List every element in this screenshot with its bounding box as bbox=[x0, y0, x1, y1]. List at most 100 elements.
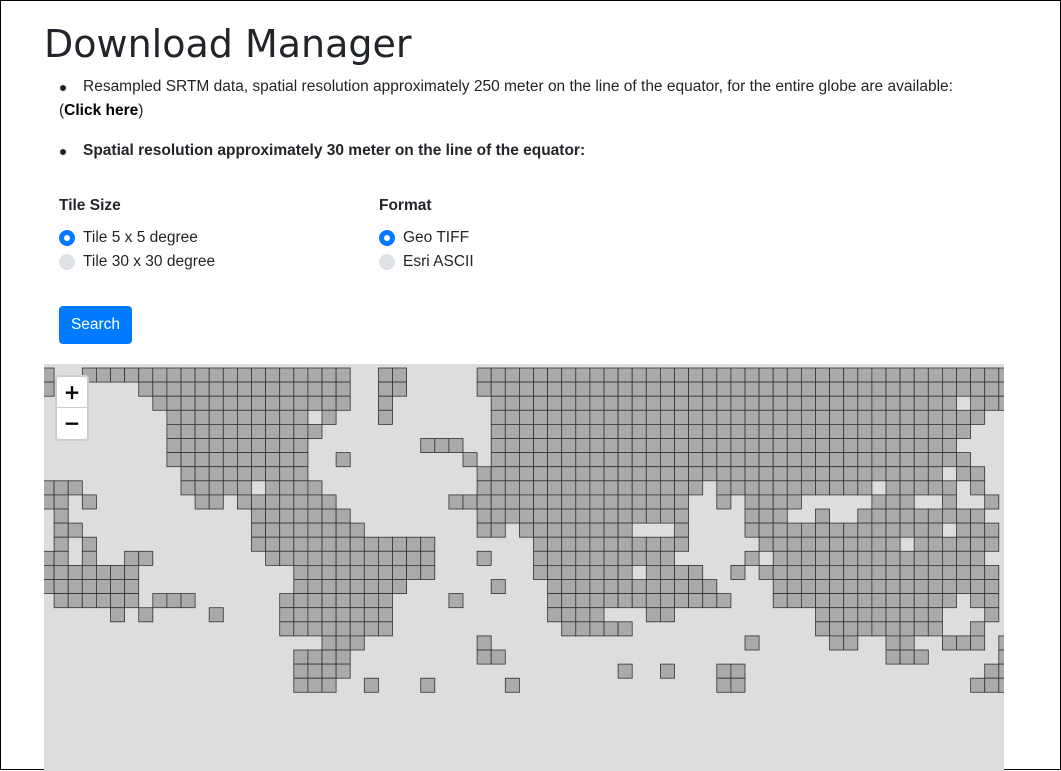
map-tile[interactable] bbox=[363, 564, 379, 580]
map-tile[interactable] bbox=[533, 395, 549, 411]
map-tile[interactable] bbox=[801, 564, 816, 580]
map-tile[interactable] bbox=[829, 438, 845, 454]
map-tile[interactable] bbox=[899, 550, 915, 566]
map-tile[interactable] bbox=[645, 593, 661, 609]
map-tile[interactable] bbox=[561, 607, 577, 623]
map-tile[interactable] bbox=[913, 536, 929, 552]
map-tile[interactable] bbox=[44, 579, 55, 595]
map-tile[interactable] bbox=[617, 508, 633, 524]
map-tile[interactable] bbox=[124, 550, 140, 566]
map-tile[interactable] bbox=[335, 564, 351, 580]
map-tile[interactable] bbox=[166, 409, 182, 425]
map-tile[interactable] bbox=[956, 367, 972, 383]
map-tile[interactable] bbox=[899, 564, 915, 580]
map-tile[interactable] bbox=[927, 381, 943, 397]
map-tile[interactable] bbox=[518, 522, 534, 538]
map-tile[interactable] bbox=[462, 452, 478, 468]
map-tile[interactable] bbox=[476, 494, 492, 510]
map-tile[interactable] bbox=[871, 367, 887, 383]
map-tile[interactable] bbox=[927, 536, 943, 552]
map-tile[interactable] bbox=[293, 677, 309, 693]
map-tile[interactable] bbox=[589, 522, 605, 538]
map-tile[interactable] bbox=[899, 409, 915, 425]
map-tile[interactable] bbox=[490, 395, 506, 411]
map-tile[interactable] bbox=[702, 409, 718, 425]
map-tile[interactable] bbox=[194, 466, 210, 482]
map-tile[interactable] bbox=[476, 522, 492, 538]
map-tile[interactable] bbox=[307, 508, 323, 524]
map-tile[interactable] bbox=[899, 621, 915, 637]
map-tile[interactable] bbox=[674, 409, 690, 425]
map-tile[interactable] bbox=[321, 367, 337, 383]
map-tile[interactable] bbox=[716, 494, 732, 510]
map-tile[interactable] bbox=[815, 438, 831, 454]
map-tile[interactable] bbox=[786, 452, 802, 468]
map-tile[interactable] bbox=[815, 367, 831, 383]
map-tile[interactable] bbox=[871, 452, 887, 468]
map-tile[interactable] bbox=[660, 395, 675, 411]
map-tile[interactable] bbox=[688, 466, 704, 482]
map-tile[interactable] bbox=[603, 564, 619, 580]
map-tile[interactable] bbox=[716, 677, 732, 693]
map-tile[interactable] bbox=[265, 494, 281, 510]
map-tile[interactable] bbox=[772, 381, 788, 397]
map-tile[interactable] bbox=[335, 663, 351, 679]
map-tile[interactable] bbox=[829, 536, 845, 552]
map-tile[interactable] bbox=[772, 452, 788, 468]
map-tile[interactable] bbox=[575, 466, 591, 482]
map-tile[interactable] bbox=[857, 367, 873, 383]
map-tile[interactable] bbox=[927, 593, 943, 609]
map-tile[interactable] bbox=[688, 480, 704, 496]
map-tile[interactable] bbox=[44, 381, 55, 397]
map-tile[interactable] bbox=[589, 536, 605, 552]
map-tile[interactable] bbox=[829, 367, 845, 383]
map-tile[interactable] bbox=[758, 564, 774, 580]
map-tile[interactable] bbox=[321, 564, 337, 580]
map-tile[interactable] bbox=[222, 424, 238, 439]
map-tile[interactable] bbox=[589, 480, 605, 496]
map-tile[interactable] bbox=[67, 564, 83, 580]
map-tile[interactable] bbox=[265, 550, 281, 566]
map-tile[interactable] bbox=[927, 367, 943, 383]
map-tile[interactable] bbox=[815, 593, 831, 609]
map-tile[interactable] bbox=[956, 424, 972, 439]
map-tile[interactable] bbox=[603, 550, 619, 566]
map-tile[interactable] bbox=[899, 452, 915, 468]
map-tile[interactable] bbox=[589, 409, 605, 425]
map-tile[interactable] bbox=[674, 480, 690, 496]
map-tile[interactable] bbox=[843, 395, 859, 411]
map-tile[interactable] bbox=[772, 593, 788, 609]
map-tile[interactable] bbox=[660, 494, 675, 510]
map-tile[interactable] bbox=[998, 649, 1004, 665]
map-tile[interactable] bbox=[942, 494, 957, 510]
map-tile[interactable] bbox=[758, 424, 774, 439]
map-tile[interactable] bbox=[899, 424, 915, 439]
map-tile[interactable] bbox=[843, 593, 859, 609]
map-tile[interactable] bbox=[829, 395, 845, 411]
map-tile[interactable] bbox=[251, 466, 267, 482]
map-tile[interactable] bbox=[476, 635, 492, 651]
map-tile[interactable] bbox=[702, 579, 718, 595]
map-tile[interactable] bbox=[377, 593, 393, 609]
map-tile[interactable] bbox=[660, 593, 675, 609]
map-tile[interactable] bbox=[96, 564, 111, 580]
map-tile[interactable] bbox=[392, 550, 408, 566]
map-tile[interactable] bbox=[321, 649, 337, 665]
map-tile[interactable] bbox=[716, 452, 732, 468]
map-tile[interactable] bbox=[575, 607, 591, 623]
map-tile[interactable] bbox=[180, 395, 196, 411]
map-tile[interactable] bbox=[603, 409, 619, 425]
map-tile[interactable] bbox=[363, 621, 379, 637]
map-tile[interactable] bbox=[815, 452, 831, 468]
map-tile[interactable] bbox=[815, 508, 831, 524]
map-tile[interactable] bbox=[533, 508, 549, 524]
map-tile[interactable] bbox=[688, 395, 704, 411]
map-tile[interactable] bbox=[349, 522, 365, 538]
map-tile[interactable] bbox=[265, 367, 281, 383]
map-tile[interactable] bbox=[956, 635, 972, 651]
map-tile[interactable] bbox=[589, 452, 605, 468]
map-tile[interactable] bbox=[913, 550, 929, 566]
map-tile[interactable] bbox=[518, 466, 534, 482]
map-tile[interactable] bbox=[857, 480, 873, 496]
map-tile[interactable] bbox=[603, 536, 619, 552]
